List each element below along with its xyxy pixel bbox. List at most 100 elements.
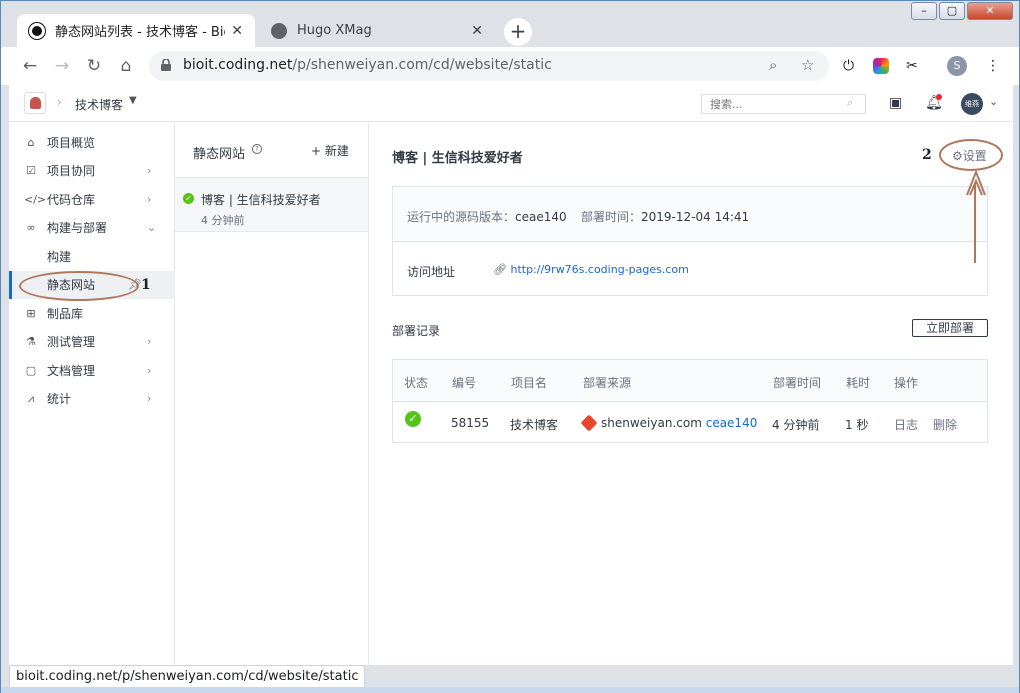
forward-arrow-icon[interactable]: → bbox=[51, 55, 73, 77]
chevron-down-icon[interactable]: ⌄ bbox=[989, 95, 998, 108]
power-extension-icon[interactable]: ⏻ bbox=[843, 58, 854, 74]
deploy-source: shenweiyan.com ceae140 bbox=[580, 414, 758, 432]
page-content: › 技术博客 ▼ ⌕ ▣ 🔔︎ 维燕 ⌄ ⌂ 项目概览 ☑ 项目协同 › </> bbox=[9, 85, 1013, 665]
deploy-now-button[interactable]: 立即部署 bbox=[912, 319, 988, 337]
profile-avatar[interactable]: S bbox=[947, 56, 967, 76]
tab-close-icon[interactable]: ✕ bbox=[231, 23, 243, 39]
browser-window: 静态网站列表 - 技术博客 - Bio IT ✕ Hugo XMag ✕ + –… bbox=[0, 0, 1020, 693]
column-header: 项目名 bbox=[511, 376, 548, 390]
chevron-right-icon: › bbox=[147, 364, 152, 377]
help-icon[interactable]: ? bbox=[252, 144, 262, 154]
sidebar-item-build[interactable]: 构建 bbox=[9, 243, 175, 271]
new-site-button[interactable]: + 新建 bbox=[311, 142, 349, 159]
column-header: 耗时 bbox=[846, 376, 871, 390]
user-avatar[interactable]: 维燕 bbox=[961, 93, 983, 115]
tab-static-sites[interactable]: 静态网站列表 - 技术博客 - Bio IT ✕ bbox=[17, 14, 255, 47]
close-window-button[interactable]: ✕ bbox=[967, 2, 1013, 20]
source-version: 运行中的源码版本：ceae140 bbox=[407, 210, 567, 224]
site-detail: 博客 | 生信科技爱好者 ⚙设置 运行中的源码版本：ceae140 部署时间：2… bbox=[370, 122, 1013, 665]
home-icon[interactable]: ⌂ bbox=[115, 55, 137, 77]
visit-url-link[interactable]: 🔗︎ http://9rw76s.coding-pages.com bbox=[493, 263, 689, 276]
site-updated-time: 4 分钟前 bbox=[201, 214, 245, 227]
search-icon[interactable]: ⌕ bbox=[847, 96, 853, 110]
link-icon: 🔗︎ bbox=[493, 263, 511, 276]
caret-down-icon[interactable]: ▼ bbox=[129, 95, 137, 106]
sidebar-item-stats[interactable]: ⩘ 统计 › bbox=[9, 385, 175, 413]
site-list-item[interactable]: ✓ 博客 | 生信科技爱好者 4 分钟前 bbox=[175, 177, 368, 232]
globe-icon bbox=[271, 22, 287, 39]
document-icon: ▢ bbox=[25, 364, 37, 377]
deploy-id: 58155 bbox=[451, 416, 490, 430]
column-header: 部署来源 bbox=[583, 376, 632, 390]
panel-title: 静态网站 bbox=[193, 147, 246, 162]
column-header: 操作 bbox=[894, 376, 919, 390]
sidebar-item-artifacts[interactable]: ⊞ 制品库 bbox=[9, 300, 175, 328]
tab-close-icon[interactable]: ✕ bbox=[471, 23, 483, 39]
annotation-ellipse-1 bbox=[19, 271, 139, 301]
url-text: bioit.coding.net/p/shenweiyan.com/cd/web… bbox=[183, 57, 552, 73]
menu-kebab-icon[interactable]: ⋮ bbox=[986, 58, 1000, 74]
sidebar-item-label: 项目协同 bbox=[47, 164, 96, 178]
sidebar-item-label: 构建 bbox=[47, 250, 72, 264]
records-title: 部署记录 bbox=[392, 324, 441, 338]
notification-dot bbox=[936, 94, 942, 100]
sidebar-item-label: 制品库 bbox=[47, 307, 84, 321]
sidebar-item-overview[interactable]: ⌂ 项目概览 bbox=[9, 129, 175, 157]
site-info-card: 运行中的源码版本：ceae140 部署时间：2019-12-04 14:41 访… bbox=[392, 186, 988, 296]
sidebar-item-label: 项目概览 bbox=[47, 136, 96, 150]
chevron-right-icon: › bbox=[57, 95, 62, 109]
sidebar: ⌂ 项目概览 ☑ 项目协同 › </> 代码仓库 › ∞ 构建与部署 ⌄ 构建 bbox=[9, 122, 175, 665]
sidebar-item-collab[interactable]: ☑ 项目协同 › bbox=[9, 157, 175, 185]
tab-hugo-xmag[interactable]: Hugo XMag ✕ bbox=[259, 14, 495, 47]
sidebar-item-testing[interactable]: ⚗ 测试管理 › bbox=[9, 328, 175, 356]
chart-icon: ⩘ bbox=[27, 392, 35, 405]
log-link[interactable]: 日志 bbox=[894, 416, 918, 433]
sidebar-item-label: 测试管理 bbox=[47, 335, 96, 349]
deploy-time: 部署时间：2019-12-04 14:41 bbox=[581, 210, 750, 224]
chevron-right-icon: › bbox=[147, 335, 152, 348]
annotation-ellipse-2 bbox=[939, 139, 1003, 171]
tab-title: Hugo XMag bbox=[297, 23, 372, 38]
artifact-icon: ⊞ bbox=[26, 307, 36, 320]
reload-icon[interactable]: ↻ bbox=[83, 55, 105, 77]
back-arrow-icon[interactable]: ← bbox=[19, 55, 41, 77]
zoom-icon[interactable]: ⌕ bbox=[769, 56, 777, 74]
sidebar-item-label: 构建与部署 bbox=[47, 221, 108, 235]
sidebar-item-code[interactable]: </> 代码仓库 › bbox=[9, 186, 175, 214]
flask-icon: ⚗ bbox=[26, 335, 36, 348]
static-sites-panel: 静态网站 ? + 新建 ✓ 博客 | 生信科技爱好者 4 分钟前 bbox=[175, 122, 369, 665]
search-input[interactable] bbox=[701, 94, 866, 114]
window-bottom-frame bbox=[1, 687, 1019, 693]
column-header: 部署时间 bbox=[773, 376, 822, 390]
check-circle-icon: ✓ bbox=[405, 411, 421, 427]
breadcrumb-project[interactable]: 技术博客 bbox=[75, 96, 123, 113]
lock-icon bbox=[161, 59, 171, 71]
infinity-icon: ∞ bbox=[26, 221, 36, 234]
sidebar-item-cicd[interactable]: ∞ 构建与部署 ⌄ bbox=[9, 214, 175, 242]
checkbox-icon: ☑ bbox=[26, 164, 36, 177]
column-header: 编号 bbox=[452, 376, 477, 390]
scissors-icon[interactable]: ✂ bbox=[906, 58, 918, 74]
sidebar-item-label: 统计 bbox=[47, 392, 72, 406]
chevron-right-icon: › bbox=[147, 193, 152, 206]
coding-logo-icon[interactable] bbox=[24, 92, 46, 114]
chevron-right-icon: › bbox=[147, 392, 152, 405]
minimize-button[interactable]: – bbox=[911, 2, 937, 20]
annotation-arrow bbox=[966, 169, 986, 263]
commit-link[interactable]: ceae140 bbox=[706, 416, 758, 430]
tab-strip: 静态网站列表 - 技术博客 - Bio IT ✕ Hugo XMag ✕ + –… bbox=[1, 1, 1019, 47]
new-tab-button[interactable]: + bbox=[504, 18, 532, 46]
project-name: 技术博客 bbox=[510, 418, 559, 432]
app-topbar: › 技术博客 ▼ ⌕ ▣ 🔔︎ 维燕 ⌄ bbox=[9, 85, 1013, 122]
sidebar-item-docs[interactable]: ▢ 文档管理 › bbox=[9, 357, 175, 385]
window-controls: – ▢ ✕ bbox=[909, 2, 1013, 20]
address-bar[interactable]: bioit.coding.net/p/shenweiyan.com/cd/web… bbox=[149, 51, 829, 81]
delete-link[interactable]: 删除 bbox=[933, 416, 957, 433]
browser-toolbar: ← → ↻ ⌂ bioit.coding.net/p/shenweiyan.co… bbox=[1, 47, 1019, 85]
maximize-button[interactable]: ▢ bbox=[939, 2, 965, 20]
sidebar-item-label: 代码仓库 bbox=[47, 193, 96, 207]
color-extension-icon[interactable] bbox=[873, 58, 889, 74]
calendar-icon[interactable]: ▣ bbox=[889, 95, 902, 111]
star-icon[interactable]: ☆ bbox=[801, 56, 814, 74]
code-icon: </> bbox=[24, 193, 47, 206]
